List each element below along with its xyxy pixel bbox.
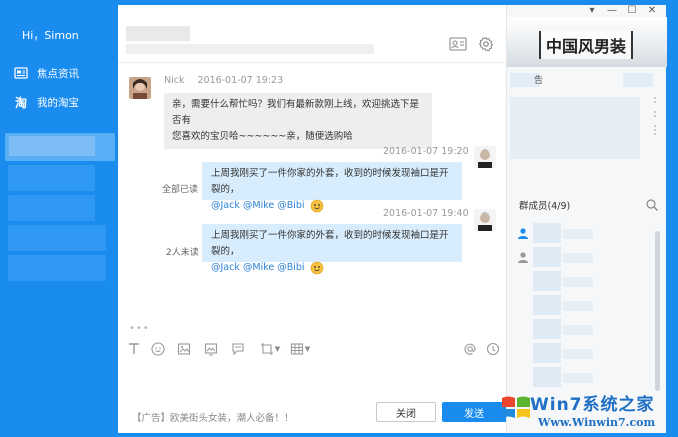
gear-icon[interactable] — [477, 36, 495, 52]
member-avatar-redacted[interactable] — [533, 271, 561, 291]
members-label: 群成员(4/9) — [519, 201, 571, 212]
chat-subtitle-redacted — [126, 44, 374, 54]
member-name-redacted[interactable] — [563, 253, 593, 263]
group-info-panel: 中国风男装 ▾ — ☐ ✕ 告 群成员(4/9) — [506, 5, 667, 433]
sidebar-item-news[interactable]: 焦点资讯 — [14, 62, 114, 84]
member-name-redacted[interactable] — [563, 301, 593, 311]
notice-fragment: 告 — [534, 76, 544, 86]
emoji-icon — [310, 261, 324, 275]
chat-title-redacted — [126, 26, 190, 41]
message-text: 上周我刚买了一件你家的外套，收到的时候发现袖口是开裂的， — [211, 230, 449, 257]
member-online-icon — [518, 228, 528, 239]
watermark: Win7系统之家 Www.Winwin7.com — [494, 384, 678, 437]
message-time: 2016-01-07 19:40 — [383, 208, 469, 219]
typing-indicator: ••• — [129, 323, 150, 334]
conversation-item[interactable] — [8, 225, 106, 251]
close-icon[interactable]: ✕ — [646, 5, 658, 16]
screenshot-icon[interactable] — [203, 341, 219, 357]
notice-tab-redacted[interactable] — [623, 73, 653, 87]
news-icon — [14, 66, 28, 80]
text-format-icon[interactable] — [126, 341, 142, 357]
message-text: 上周我刚买了一件你家的外套，收到的时候发现袖口是开裂的， — [211, 168, 449, 195]
avatar[interactable] — [474, 209, 496, 231]
greeting: Hi，Simon — [22, 29, 79, 42]
dropdown-icon[interactable]: ▾ — [586, 5, 598, 16]
avatar[interactable] — [474, 146, 496, 168]
member-name-redacted[interactable] — [563, 277, 593, 287]
chat-bubble-icon[interactable] — [230, 341, 246, 357]
maximize-icon[interactable]: ☐ — [626, 5, 638, 16]
member-name-redacted[interactable] — [563, 349, 593, 359]
watermark-url: Www.Winwin7.com — [538, 416, 656, 429]
members-scrollbar[interactable] — [655, 231, 660, 391]
conversation-item[interactable] — [8, 255, 106, 281]
ad-text[interactable]: 【广告】欧美街头女装，潮人必备！！ — [132, 410, 294, 424]
member-avatar-redacted[interactable] — [533, 247, 561, 267]
avatar[interactable] — [129, 77, 151, 99]
read-status: 全部已读 — [162, 185, 199, 195]
read-status: 2人未读 — [166, 248, 199, 258]
member-avatar-redacted[interactable] — [533, 295, 561, 315]
notice-tab[interactable]: 告 — [510, 73, 544, 87]
sidebar-item-my-taobao[interactable]: 淘 我的淘宝 — [14, 91, 114, 113]
crop-icon[interactable]: ▼ — [258, 341, 282, 357]
close-button[interactable]: 关闭 — [376, 402, 436, 422]
emoji-icon[interactable] — [150, 341, 166, 357]
message-text: 您喜欢的宝贝哈~~~~~~亲，随便选购哈 — [172, 131, 353, 142]
member-avatar-redacted[interactable] — [533, 223, 561, 243]
chevron-down-icon: ▼ — [304, 345, 311, 353]
sidebar: Hi，Simon 焦点资讯 淘 我的淘宝 — [0, 0, 118, 437]
message-mentions[interactable]: @Jack @Mike @Bibi — [211, 262, 305, 273]
sidebar-item-label: 焦点资讯 — [37, 67, 79, 80]
member-avatar-redacted[interactable] — [533, 319, 561, 339]
message-bubble: 上周我刚买了一件你家的外套，收到的时候发现袖口是开裂的， @Jack @Mike… — [202, 162, 462, 212]
contact-card-icon[interactable] — [449, 37, 467, 51]
member-offline-icon — [518, 252, 528, 263]
conversation-item-selected[interactable] — [5, 133, 115, 161]
input-toolbar: ▼ ▼ — [118, 339, 506, 359]
shop-banner: 中国风男装 — [507, 17, 667, 67]
windows-logo-icon — [502, 396, 530, 418]
message-mentions[interactable]: @Jack @Mike @Bibi — [211, 200, 305, 211]
emoji-icon — [310, 199, 324, 213]
image-icon[interactable] — [176, 341, 192, 357]
window-controls: ▾ — ☐ ✕ — [586, 5, 658, 16]
conversation-item[interactable] — [8, 195, 95, 221]
notice-content-redacted — [510, 97, 640, 159]
message-time: 2016-01-07 19:23 — [197, 75, 284, 86]
member-name-redacted[interactable] — [563, 325, 593, 335]
shop-name: 中国风男装 — [539, 31, 634, 59]
minimize-icon[interactable]: — — [606, 5, 618, 16]
chevron-down-icon: ▼ — [274, 345, 281, 353]
search-icon[interactable] — [645, 198, 659, 212]
taobao-icon: 淘 — [14, 95, 27, 110]
member-name-redacted[interactable] — [563, 373, 593, 383]
chat-header — [118, 5, 506, 63]
sender-name: Nick — [164, 75, 185, 86]
history-icon[interactable] — [485, 341, 501, 357]
sidebar-item-label: 我的淘宝 — [37, 96, 79, 109]
message-bubble: 亲，需要什么帮忙吗？我们有最新款刚上线，欢迎挑选下是否有 您喜欢的宝贝哈~~~~… — [164, 93, 432, 149]
table-icon[interactable]: ▼ — [288, 341, 312, 357]
watermark-title: Win7系统之家 — [530, 395, 655, 415]
chat-window: Nick 2016-01-07 19:23 亲，需要什么帮忙吗？我们有最新款刚上… — [118, 5, 506, 433]
message-bubble: 上周我刚买了一件你家的外套，收到的时候发现袖口是开裂的， @Jack @Mike… — [202, 224, 462, 274]
message-time: 2016-01-07 19:20 — [383, 146, 469, 157]
message-text: 亲，需要什么帮忙吗？我们有最新款刚上线，欢迎挑选下是否有 — [172, 99, 420, 126]
member-avatar-redacted[interactable] — [533, 343, 561, 363]
member-name-redacted[interactable] — [563, 229, 593, 239]
at-icon[interactable] — [462, 341, 478, 357]
conversation-item[interactable] — [8, 165, 95, 191]
notice-scrollbar[interactable] — [653, 97, 657, 141]
